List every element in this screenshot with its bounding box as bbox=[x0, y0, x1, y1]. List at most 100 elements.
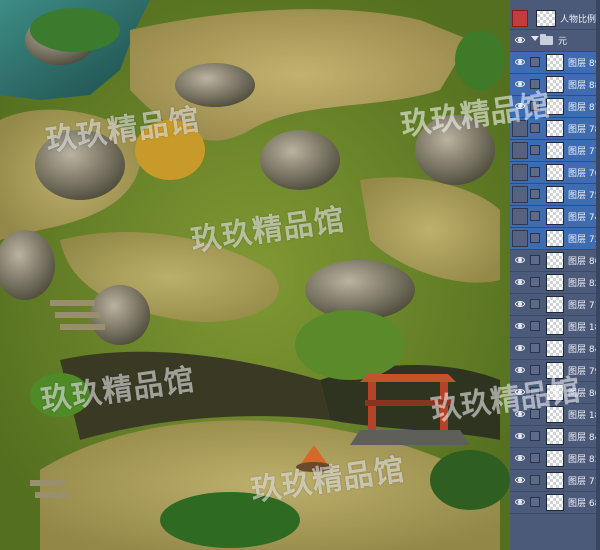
link-checkbox[interactable] bbox=[530, 79, 540, 89]
layer-thumbnail bbox=[546, 120, 564, 137]
visibility-toggle[interactable] bbox=[512, 230, 528, 247]
layer-row[interactable]: 图层 71 bbox=[510, 470, 600, 492]
link-checkbox[interactable] bbox=[530, 475, 540, 485]
link-checkbox[interactable] bbox=[530, 497, 540, 507]
layer-thumbnail bbox=[546, 450, 564, 467]
visibility-toggle[interactable] bbox=[512, 208, 528, 225]
layer-row[interactable]: 图层 79 bbox=[510, 360, 600, 382]
game-map-canvas[interactable]: 玖玖精品馆 玖玖精品馆 玖玖精品馆 玖玖精品馆 bbox=[0, 0, 510, 550]
group-name: 元 bbox=[558, 37, 568, 47]
visibility-toggle[interactable] bbox=[512, 32, 528, 49]
layer-thumbnail bbox=[546, 208, 564, 225]
eye-icon bbox=[515, 411, 525, 417]
layer-row[interactable]: 图层 80 bbox=[510, 250, 600, 272]
eye-icon bbox=[515, 455, 525, 461]
link-checkbox[interactable] bbox=[530, 277, 540, 287]
layer-row[interactable]: 图层 68 bbox=[510, 492, 600, 514]
layer-row[interactable]: 图层 73 bbox=[510, 228, 600, 250]
link-checkbox[interactable] bbox=[530, 343, 540, 353]
link-checkbox[interactable] bbox=[530, 167, 540, 177]
visibility-toggle[interactable] bbox=[512, 142, 528, 159]
link-checkbox[interactable] bbox=[530, 233, 540, 243]
eye-icon bbox=[515, 301, 525, 307]
visibility-toggle[interactable] bbox=[512, 384, 528, 401]
visibility-toggle[interactable] bbox=[512, 120, 528, 137]
eye-icon bbox=[515, 37, 525, 43]
link-checkbox[interactable] bbox=[530, 387, 540, 397]
layer-thumbnail bbox=[546, 230, 564, 247]
eye-icon bbox=[515, 345, 525, 351]
visibility-toggle[interactable] bbox=[512, 318, 528, 335]
layer-thumbnail bbox=[546, 274, 564, 291]
layer-row[interactable]: 图层 71 副 bbox=[510, 294, 600, 316]
layer-thumbnail bbox=[546, 494, 564, 511]
layer-thumbnail bbox=[546, 340, 564, 357]
layer-thumbnail bbox=[546, 296, 564, 313]
visibility-toggle[interactable] bbox=[512, 406, 528, 423]
visibility-toggle[interactable] bbox=[512, 98, 528, 115]
layer-row[interactable]: 图层 74 bbox=[510, 206, 600, 228]
layer-group-row[interactable]: 元 bbox=[510, 30, 600, 52]
link-checkbox[interactable] bbox=[530, 145, 540, 155]
layer-thumbnail bbox=[546, 54, 564, 71]
link-checkbox[interactable] bbox=[530, 57, 540, 67]
layer-row[interactable]: 图层 75 bbox=[510, 184, 600, 206]
layer-row[interactable]: 图层 87 bbox=[510, 96, 600, 118]
eye-icon bbox=[515, 81, 525, 87]
layer-row[interactable]: 图层 78 bbox=[510, 118, 600, 140]
layer-row[interactable]: 图层 18 副 bbox=[510, 404, 600, 426]
eye-icon bbox=[515, 433, 525, 439]
link-checkbox[interactable] bbox=[530, 409, 540, 419]
map-artwork bbox=[0, 0, 510, 550]
link-checkbox[interactable] bbox=[530, 431, 540, 441]
eye-icon bbox=[515, 477, 525, 483]
layer-name: 人物比例 bbox=[560, 15, 597, 25]
visibility-toggle[interactable] bbox=[512, 450, 528, 467]
visibility-toggle[interactable] bbox=[512, 164, 528, 181]
visibility-toggle[interactable] bbox=[512, 428, 528, 445]
visibility-toggle[interactable] bbox=[512, 252, 528, 269]
layer-thumbnail bbox=[546, 384, 564, 401]
layer-row[interactable]: 图层 82 bbox=[510, 272, 600, 294]
app-window: 玖玖精品馆 玖玖精品馆 玖玖精品馆 玖玖精品馆 人物比例 元 图层 89 图层 8… bbox=[0, 0, 600, 550]
visibility-toggle[interactable] bbox=[512, 186, 528, 203]
layer-row[interactable]: 图层 77 bbox=[510, 140, 600, 162]
link-checkbox[interactable] bbox=[530, 453, 540, 463]
visibility-toggle[interactable] bbox=[512, 494, 528, 511]
link-checkbox[interactable] bbox=[530, 189, 540, 199]
chevron-down-icon[interactable] bbox=[531, 36, 539, 41]
link-checkbox[interactable] bbox=[530, 299, 540, 309]
layer-row[interactable]: 图层 76 bbox=[510, 162, 600, 184]
layer-thumbnail bbox=[546, 164, 564, 181]
visibility-toggle[interactable] bbox=[512, 10, 528, 27]
layer-row[interactable]: 图层 84 bbox=[510, 426, 600, 448]
layer-row[interactable]: 图层 88 bbox=[510, 74, 600, 96]
visibility-toggle[interactable] bbox=[512, 362, 528, 379]
layer-row[interactable]: 图层 89 bbox=[510, 52, 600, 74]
link-checkbox[interactable] bbox=[530, 211, 540, 221]
visibility-toggle[interactable] bbox=[512, 472, 528, 489]
panel-scrollbar[interactable] bbox=[596, 0, 600, 550]
visibility-toggle[interactable] bbox=[512, 76, 528, 93]
layer-thumbnail bbox=[546, 362, 564, 379]
visibility-toggle[interactable] bbox=[512, 296, 528, 313]
layer-row[interactable]: 图层 86 bbox=[510, 382, 600, 404]
link-checkbox[interactable] bbox=[530, 101, 540, 111]
layer-thumbnail bbox=[546, 472, 564, 489]
layer-row[interactable]: 图层 84 副 bbox=[510, 338, 600, 360]
link-checkbox[interactable] bbox=[530, 123, 540, 133]
layer-thumbnail bbox=[546, 142, 564, 159]
eye-icon bbox=[515, 367, 525, 373]
visibility-toggle[interactable] bbox=[512, 340, 528, 357]
layer-thumbnail bbox=[546, 406, 564, 423]
visibility-toggle[interactable] bbox=[512, 54, 528, 71]
layer-row-top[interactable]: 人物比例 bbox=[510, 8, 600, 30]
layer-row[interactable]: 图层 83 bbox=[510, 448, 600, 470]
visibility-toggle[interactable] bbox=[512, 274, 528, 291]
link-checkbox[interactable] bbox=[530, 365, 540, 375]
link-checkbox[interactable] bbox=[530, 255, 540, 265]
link-checkbox[interactable] bbox=[530, 321, 540, 331]
folder-icon bbox=[540, 34, 553, 45]
layer-thumbnail bbox=[546, 428, 564, 445]
layer-row[interactable]: 图层 18 副 bbox=[510, 316, 600, 338]
